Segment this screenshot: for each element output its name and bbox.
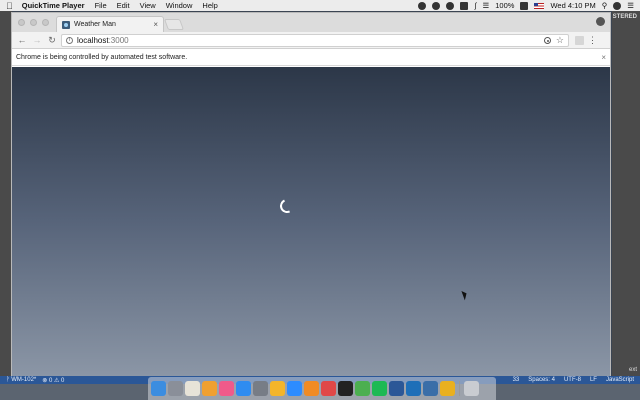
clock[interactable]: Wed 4:10 PM (550, 1, 595, 10)
dock-chrome-canary-icon[interactable] (440, 381, 455, 396)
dock-zoom-icon[interactable] (287, 381, 302, 396)
menu-window[interactable]: Window (166, 1, 193, 10)
wifi-icon[interactable]: ☰ (483, 1, 490, 10)
dock-app-store-icon[interactable] (236, 381, 251, 396)
page-content (12, 67, 610, 376)
back-arrow-icon[interactable]: ← (16, 35, 28, 45)
end-of-line[interactable]: LF (590, 377, 597, 383)
line-number[interactable]: 33 (513, 377, 520, 383)
problems-count[interactable]: ⊗ 0 ⚠ 0 (42, 377, 64, 384)
extension-icon[interactable] (575, 35, 584, 45)
menu-help[interactable]: Help (202, 1, 217, 10)
battery-percent: 100% (495, 1, 515, 10)
browser-toolbar: ← → ↻ i localhost:3000 ☆ ⋮ (12, 32, 610, 49)
menu-view[interactable]: View (140, 1, 156, 10)
minimize-window-button[interactable] (30, 19, 37, 26)
tab-close-icon[interactable]: × (153, 20, 158, 29)
close-window-button[interactable] (18, 19, 25, 26)
menu-file[interactable]: File (95, 1, 107, 10)
dock-photos-icon[interactable] (202, 381, 217, 396)
encoding[interactable]: UTF-8 (564, 377, 581, 383)
git-branch[interactable]: ᚹ WM-102* (6, 377, 36, 383)
infobar-message: Chrome is being controlled by automated … (16, 53, 188, 61)
cast-record-icon[interactable] (543, 36, 551, 44)
dock-launchpad-icon[interactable] (168, 381, 183, 396)
dock-vscode-icon[interactable] (406, 381, 421, 396)
window-controls (18, 19, 49, 26)
status-right: 33 Spaces: 4 UTF-8 LF JavaScript (513, 377, 634, 383)
background-window-label: STERED (612, 14, 637, 20)
menu-edit[interactable]: Edit (117, 1, 130, 10)
battery-icon[interactable] (520, 1, 529, 10)
dock-trash-icon[interactable] (464, 381, 479, 396)
tab-weather-man[interactable]: Weather Man × (56, 16, 164, 32)
chrome-menu-icon[interactable]: ⋮ (588, 35, 597, 46)
apple-menu-icon[interactable]:  (6, 1, 13, 11)
record-icon[interactable] (418, 1, 427, 10)
cloud-icon[interactable] (446, 1, 455, 10)
dock-system-preferences-icon[interactable] (253, 381, 268, 396)
infobar-close-icon[interactable]: × (601, 53, 606, 62)
address-host: localhost (77, 35, 109, 45)
zoom-window-button[interactable] (42, 19, 49, 26)
dock-word-icon[interactable] (389, 381, 404, 396)
notification-center-icon[interactable]: ☰ (627, 1, 634, 10)
dock-separator (459, 381, 460, 396)
bookmark-star-icon[interactable]: ☆ (556, 35, 564, 46)
tab-title: Weather Man (74, 21, 116, 28)
search-icon[interactable]: ⚲ (602, 1, 608, 10)
automation-infobar: Chrome is being controlled by automated … (12, 49, 610, 66)
siri-icon[interactable] (613, 1, 622, 10)
messages-icon[interactable] (432, 1, 441, 10)
new-tab-button[interactable] (163, 19, 185, 30)
loading-spinner-icon (278, 197, 296, 215)
macos-menu-bar:  QuickTime Player File Edit View Window… (0, 0, 640, 11)
dock-sourcetree-icon[interactable] (321, 381, 336, 396)
tab-strip: Weather Man × (12, 13, 610, 32)
chrome-window: Weather Man × ← → ↻ i localhost:3000 ☆ ⋮… (11, 12, 611, 377)
background-window-bottom-label: ext (628, 367, 637, 373)
forward-arrow-icon[interactable]: → (31, 35, 43, 45)
indentation[interactable]: Spaces: 4 (528, 377, 555, 383)
address-port: :3000 (108, 35, 129, 45)
background-window-right: STERED ext (612, 11, 640, 377)
status-menus: ∫ ☰ 100% Wed 4:10 PM ⚲ ☰ (418, 1, 634, 10)
dock-itunes-icon[interactable] (219, 381, 234, 396)
input-source-flag-icon[interactable] (534, 2, 545, 9)
dock-sublime-text-icon[interactable] (304, 381, 319, 396)
dock-finder-icon[interactable] (151, 381, 166, 396)
airplay-icon[interactable] (460, 1, 469, 10)
favicon-icon (62, 20, 70, 29)
dock-notes-icon[interactable] (185, 381, 200, 396)
mouse-cursor-icon (461, 289, 469, 301)
dock-spotify-icon[interactable] (372, 381, 387, 396)
language-mode[interactable]: JavaScript (606, 377, 634, 383)
address-bar[interactable]: i localhost:3000 ☆ (61, 33, 569, 47)
dock-terminal-icon[interactable] (338, 381, 353, 396)
dock-chrome-icon[interactable] (355, 381, 370, 396)
profile-avatar-icon[interactable] (596, 17, 605, 26)
dock-quicktime-icon[interactable] (423, 381, 438, 396)
app-menu[interactable]: QuickTime Player (22, 1, 85, 10)
dock-stickies-icon[interactable] (270, 381, 285, 396)
site-info-icon[interactable]: i (66, 36, 73, 44)
dock (148, 377, 496, 400)
bluetooth-icon[interactable]: ∫ (474, 1, 476, 10)
reload-icon[interactable]: ↻ (46, 35, 58, 46)
